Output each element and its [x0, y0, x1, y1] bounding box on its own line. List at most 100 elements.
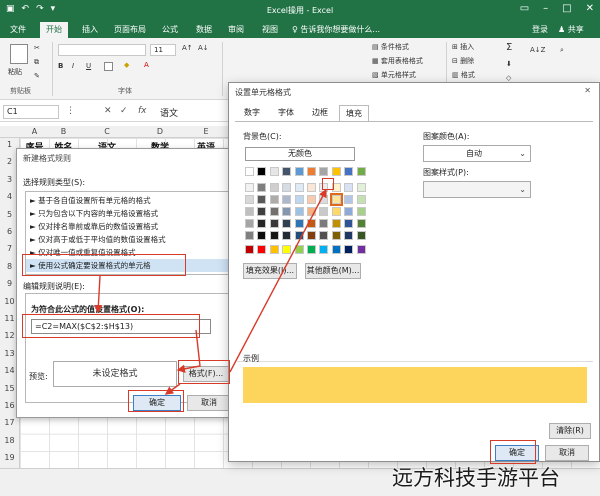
color-swatch[interactable]	[245, 207, 254, 216]
tab-home[interactable]: 开始	[40, 22, 68, 38]
color-swatch[interactable]	[319, 231, 329, 240]
tab-file[interactable]: 文件	[10, 24, 26, 35]
color-swatch[interactable]	[344, 207, 354, 216]
rule-type-item[interactable]: ► 只为包含以下内容的单元格设置格式	[26, 207, 230, 220]
color-swatch[interactable]	[269, 183, 279, 192]
color-swatch[interactable]	[245, 183, 254, 192]
tab-insert[interactable]: 插入	[82, 24, 98, 35]
color-swatch[interactable]	[282, 219, 292, 228]
color-swatch[interactable]	[294, 183, 304, 192]
minimize-icon[interactable]: –	[543, 3, 548, 14]
rule-type-item[interactable]: ► 基于各自值设置所有单元格的格式	[26, 194, 230, 207]
color-swatch[interactable]	[257, 183, 267, 192]
color-swatch[interactable]	[282, 167, 292, 176]
border-icon[interactable]	[104, 62, 113, 71]
color-swatch[interactable]	[319, 207, 329, 216]
cancel-entry-icon[interactable]: ✕	[104, 106, 112, 116]
row-header[interactable]: 18	[0, 436, 19, 445]
color-swatch[interactable]	[307, 231, 316, 240]
color-swatch[interactable]	[269, 219, 279, 228]
autosum-icon[interactable]: Σ	[506, 42, 512, 53]
underline-button[interactable]: U	[86, 62, 91, 70]
column-header-b[interactable]: B	[49, 127, 78, 136]
clear-icon[interactable]: ◇	[506, 74, 511, 82]
color-swatch[interactable]	[257, 167, 267, 176]
color-swatch[interactable]	[269, 245, 279, 254]
rule-type-item[interactable]: ► 仅对高于或低于平均值的数值设置格式	[26, 233, 230, 246]
tab-formulas[interactable]: 公式	[162, 24, 178, 35]
insert-cells-button[interactable]: ⊞ 插入	[452, 42, 474, 52]
font-color-icon[interactable]: A	[144, 61, 149, 69]
rule-type-item[interactable]: ► 仅对排名靠前或靠后的数值设置格式	[26, 220, 230, 233]
format-cells-button[interactable]: ▥ 格式	[452, 70, 475, 80]
color-swatch[interactable]	[331, 167, 341, 176]
color-swatch[interactable]	[257, 207, 267, 216]
color-swatch[interactable]	[269, 167, 279, 176]
grow-font-icon[interactable]: A↑	[182, 44, 193, 52]
tab-data[interactable]: 数据	[196, 24, 212, 35]
dialog-close-icon[interactable]: ✕	[584, 86, 591, 95]
color-swatch[interactable]	[319, 167, 329, 176]
color-swatch[interactable]	[356, 195, 366, 204]
color-swatch[interactable]	[331, 245, 341, 254]
color-swatch[interactable]	[344, 219, 354, 228]
sort-filter-icon[interactable]: A↓Z	[530, 46, 545, 54]
color-swatch[interactable]	[307, 245, 316, 254]
color-swatch[interactable]	[269, 231, 279, 240]
clear-button[interactable]: 清除(R)	[549, 423, 591, 439]
color-swatch[interactable]	[245, 231, 254, 240]
cancel-button[interactable]: 取消	[187, 395, 231, 411]
color-swatch[interactable]	[307, 167, 316, 176]
color-swatch[interactable]	[356, 231, 366, 240]
bold-button[interactable]: B	[58, 62, 63, 70]
color-swatch[interactable]	[294, 219, 304, 228]
color-swatch[interactable]	[282, 183, 292, 192]
tab-review[interactable]: 审阅	[228, 24, 244, 35]
more-colors-button[interactable]: 其他颜色(M)...	[305, 263, 361, 279]
color-swatch[interactable]	[319, 245, 329, 254]
color-swatch[interactable]	[269, 207, 279, 216]
conditional-format-button[interactable]: ▤ 条件格式	[372, 42, 409, 52]
font-size-input[interactable]: 11	[150, 44, 176, 56]
shrink-font-icon[interactable]: A↓	[198, 44, 209, 52]
cut-icon[interactable]: ✂	[34, 44, 40, 52]
color-swatch[interactable]	[344, 167, 354, 176]
insert-function-icon[interactable]: fx	[138, 106, 147, 116]
color-swatch[interactable]	[282, 245, 292, 254]
italic-button[interactable]: I	[72, 62, 74, 70]
table-format-button[interactable]: ▦ 套用表格格式	[372, 56, 423, 66]
pattern-style-dropdown[interactable]: ⌄	[423, 181, 531, 198]
paste-icon[interactable]	[10, 44, 28, 64]
color-swatch[interactable]	[269, 195, 279, 204]
fill-color-icon[interactable]: ◆	[124, 61, 129, 69]
color-swatch[interactable]	[331, 231, 341, 240]
cancel-button[interactable]: 取消	[545, 445, 589, 461]
tab-page-layout[interactable]: 页面布局	[114, 24, 146, 35]
color-swatch[interactable]	[356, 183, 366, 192]
color-swatch[interactable]	[307, 207, 316, 216]
color-swatch[interactable]	[319, 195, 329, 204]
color-swatch[interactable]	[307, 195, 316, 204]
color-swatch[interactable]	[245, 219, 254, 228]
color-swatch[interactable]	[294, 167, 304, 176]
confirm-entry-icon[interactable]: ✓	[120, 106, 128, 116]
color-swatch[interactable]	[257, 195, 267, 204]
color-swatch[interactable]	[307, 183, 316, 192]
color-swatch[interactable]	[282, 195, 292, 204]
color-swatch[interactable]	[245, 245, 254, 254]
tab-fill[interactable]: 填充	[339, 105, 369, 121]
color-swatch[interactable]	[344, 195, 354, 204]
tell-me-search[interactable]: ♀ 告诉我你想要做什么...	[292, 24, 380, 35]
color-swatch[interactable]	[257, 231, 267, 240]
copy-icon[interactable]: ⧉	[34, 58, 39, 67]
column-header-a[interactable]: A	[20, 127, 49, 136]
color-swatch[interactable]	[257, 245, 267, 254]
share-button[interactable]: ♟ 共享	[558, 24, 584, 35]
format-painter-icon[interactable]: ✎	[34, 72, 40, 80]
color-swatch[interactable]	[294, 195, 304, 204]
fill-effects-button[interactable]: 填充效果(I)...	[243, 263, 297, 279]
color-swatch[interactable]	[344, 183, 354, 192]
tab-number[interactable]: 数字	[239, 105, 265, 121]
cell-style-button[interactable]: ▧ 单元格样式	[372, 70, 416, 80]
login-link[interactable]: 登录	[532, 24, 548, 35]
